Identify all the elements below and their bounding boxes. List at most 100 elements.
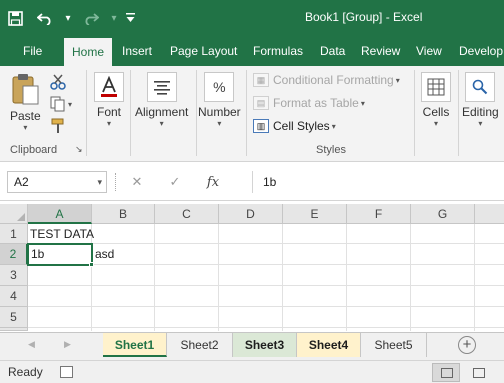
select-all-button[interactable] <box>0 204 28 224</box>
editing-button[interactable]: Editing ▾ <box>462 72 499 128</box>
row-header-4[interactable]: 4 <box>0 286 28 307</box>
sheet-tab-sheet3[interactable]: Sheet3 <box>233 333 297 357</box>
cell-styles-label: Cell Styles <box>273 119 330 133</box>
row-header-5[interactable]: 5 <box>0 307 28 328</box>
name-box[interactable]: A2 ▾ <box>7 171 107 193</box>
group-separator <box>458 70 459 156</box>
conditional-formatting-dropdown-icon: ▾ <box>395 75 400 85</box>
sheet-tab-sheet4[interactable]: Sheet4 <box>297 333 361 357</box>
conditional-formatting-icon: ▦ <box>253 73 269 87</box>
status-bar: Ready <box>0 360 504 383</box>
formula-buttons: ✕ ✓ fx <box>118 171 244 193</box>
ribbon-tabs: File Home Insert Page Layout Formulas Da… <box>0 36 504 66</box>
format-as-table-icon: ▤ <box>253 96 269 110</box>
cut-button[interactable] <box>50 74 66 90</box>
undo-dropdown-icon[interactable]: ▾ <box>60 0 76 36</box>
cell-styles-dropdown-icon: ▾ <box>331 121 336 131</box>
add-sheet-button[interactable]: + <box>458 336 476 354</box>
group-separator <box>414 70 415 156</box>
group-separator <box>196 70 197 156</box>
tab-data[interactable]: Data <box>320 36 345 66</box>
cells-label: Cells <box>422 105 450 119</box>
group-separator <box>246 70 247 156</box>
cell-styles-icon: ▥ <box>253 119 269 133</box>
copy-dropdown-icon[interactable]: ▾ <box>68 100 72 109</box>
format-painter-icon <box>51 118 64 133</box>
macro-recording-icon[interactable] <box>60 366 73 378</box>
cells-button[interactable]: Cells ▾ <box>421 72 451 128</box>
paste-icon <box>12 74 39 105</box>
font-dropdown-icon: ▾ <box>106 119 111 128</box>
conditional-formatting-label: Conditional Formatting <box>273 73 394 87</box>
percent-icon: % <box>204 72 235 102</box>
scroll-sheets-left-icon[interactable]: ◀ <box>28 339 35 350</box>
alignment-label: Alignment <box>135 105 189 119</box>
gridlines <box>28 224 504 331</box>
cancel-icon[interactable]: ✕ <box>118 174 156 190</box>
row-header-6[interactable] <box>0 328 28 331</box>
formula-bar: A2 ▾ ✕ ✓ fx 1b <box>0 163 504 201</box>
normal-view-button[interactable] <box>432 363 460 382</box>
number-button[interactable]: % Number ▾ <box>198 72 241 128</box>
alignment-button[interactable]: Alignment ▾ <box>135 72 188 128</box>
name-box-dropdown-icon[interactable]: ▾ <box>97 172 102 192</box>
enter-icon[interactable]: ✓ <box>156 174 194 190</box>
font-icon <box>94 72 124 102</box>
column-header-h[interactable] <box>475 204 504 224</box>
row-header-3[interactable]: 3 <box>0 265 28 286</box>
column-header-c[interactable]: C <box>155 204 219 224</box>
scroll-sheets-right-icon[interactable]: ▶ <box>64 339 71 350</box>
sheet-tab-sheet2[interactable]: Sheet2 <box>167 333 233 357</box>
sheet-tab-sheet1[interactable]: Sheet1 <box>103 333 167 357</box>
sheet-tab-sheet5[interactable]: Sheet5 <box>361 333 427 357</box>
cells-icon <box>421 72 451 102</box>
tab-view[interactable]: View <box>416 36 442 66</box>
paste-dropdown-icon[interactable]: ▾ <box>23 123 27 132</box>
paste-label: Paste <box>10 109 41 123</box>
tab-file[interactable]: File <box>23 36 42 66</box>
tab-developer[interactable]: Develop <box>459 36 503 66</box>
row-header-1[interactable]: 1 <box>0 224 28 244</box>
cell-a1[interactable]: TEST DATA <box>28 224 94 244</box>
column-header-f[interactable]: F <box>347 204 411 224</box>
clipboard-launcher-icon[interactable]: ↘ <box>75 144 83 155</box>
tab-page-layout[interactable]: Page Layout <box>170 36 237 66</box>
number-label: Number <box>198 105 241 119</box>
tab-review[interactable]: Review <box>361 36 400 66</box>
column-header-a[interactable]: A <box>28 204 92 224</box>
font-button[interactable]: Font ▾ <box>94 72 124 128</box>
cell-styles-button[interactable]: ▥ Cell Styles ▾ <box>253 119 336 133</box>
column-header-d[interactable]: D <box>219 204 283 224</box>
format-as-table-button[interactable]: ▤ Format as Table ▾ <box>253 96 365 110</box>
insert-function-icon[interactable]: fx <box>194 175 232 190</box>
page-layout-view-button[interactable] <box>464 363 492 382</box>
formula-input[interactable]: 1b <box>252 171 504 193</box>
undo-icon[interactable] <box>30 0 60 36</box>
tab-home[interactable]: Home <box>64 38 113 66</box>
styles-group-label: Styles <box>316 144 346 156</box>
tab-insert[interactable]: Insert <box>122 36 152 66</box>
paste-button[interactable]: Paste ▾ <box>10 72 41 132</box>
cut-icon <box>50 74 66 90</box>
conditional-formatting-button[interactable]: ▦ Conditional Formatting ▾ <box>253 73 400 87</box>
column-header-b[interactable]: B <box>92 204 155 224</box>
row-header-2[interactable]: 2 <box>0 244 28 265</box>
column-header-g[interactable]: G <box>411 204 475 224</box>
redo-dropdown-icon[interactable]: ▾ <box>106 0 122 36</box>
format-as-table-dropdown-icon: ▾ <box>360 98 365 108</box>
redo-icon[interactable] <box>76 0 106 36</box>
column-header-e[interactable]: E <box>283 204 347 224</box>
search-icon <box>465 72 496 102</box>
formula-bar-grip[interactable] <box>115 173 117 191</box>
quick-access-toolbar: ▾ ▾ <box>0 0 138 36</box>
cell-a2[interactable]: 1b <box>27 243 93 266</box>
font-label: Font <box>96 105 121 119</box>
customize-qat-icon[interactable] <box>122 0 138 36</box>
cell-b2[interactable]: asd <box>93 244 156 265</box>
tab-formulas[interactable]: Formulas <box>253 36 303 66</box>
format-painter-button[interactable] <box>50 118 66 134</box>
copy-button[interactable]: ▾ <box>50 96 72 112</box>
save-icon[interactable] <box>0 0 30 36</box>
cells-dropdown-icon: ▾ <box>433 119 438 128</box>
clipboard-group-label: Clipboard <box>10 144 58 156</box>
